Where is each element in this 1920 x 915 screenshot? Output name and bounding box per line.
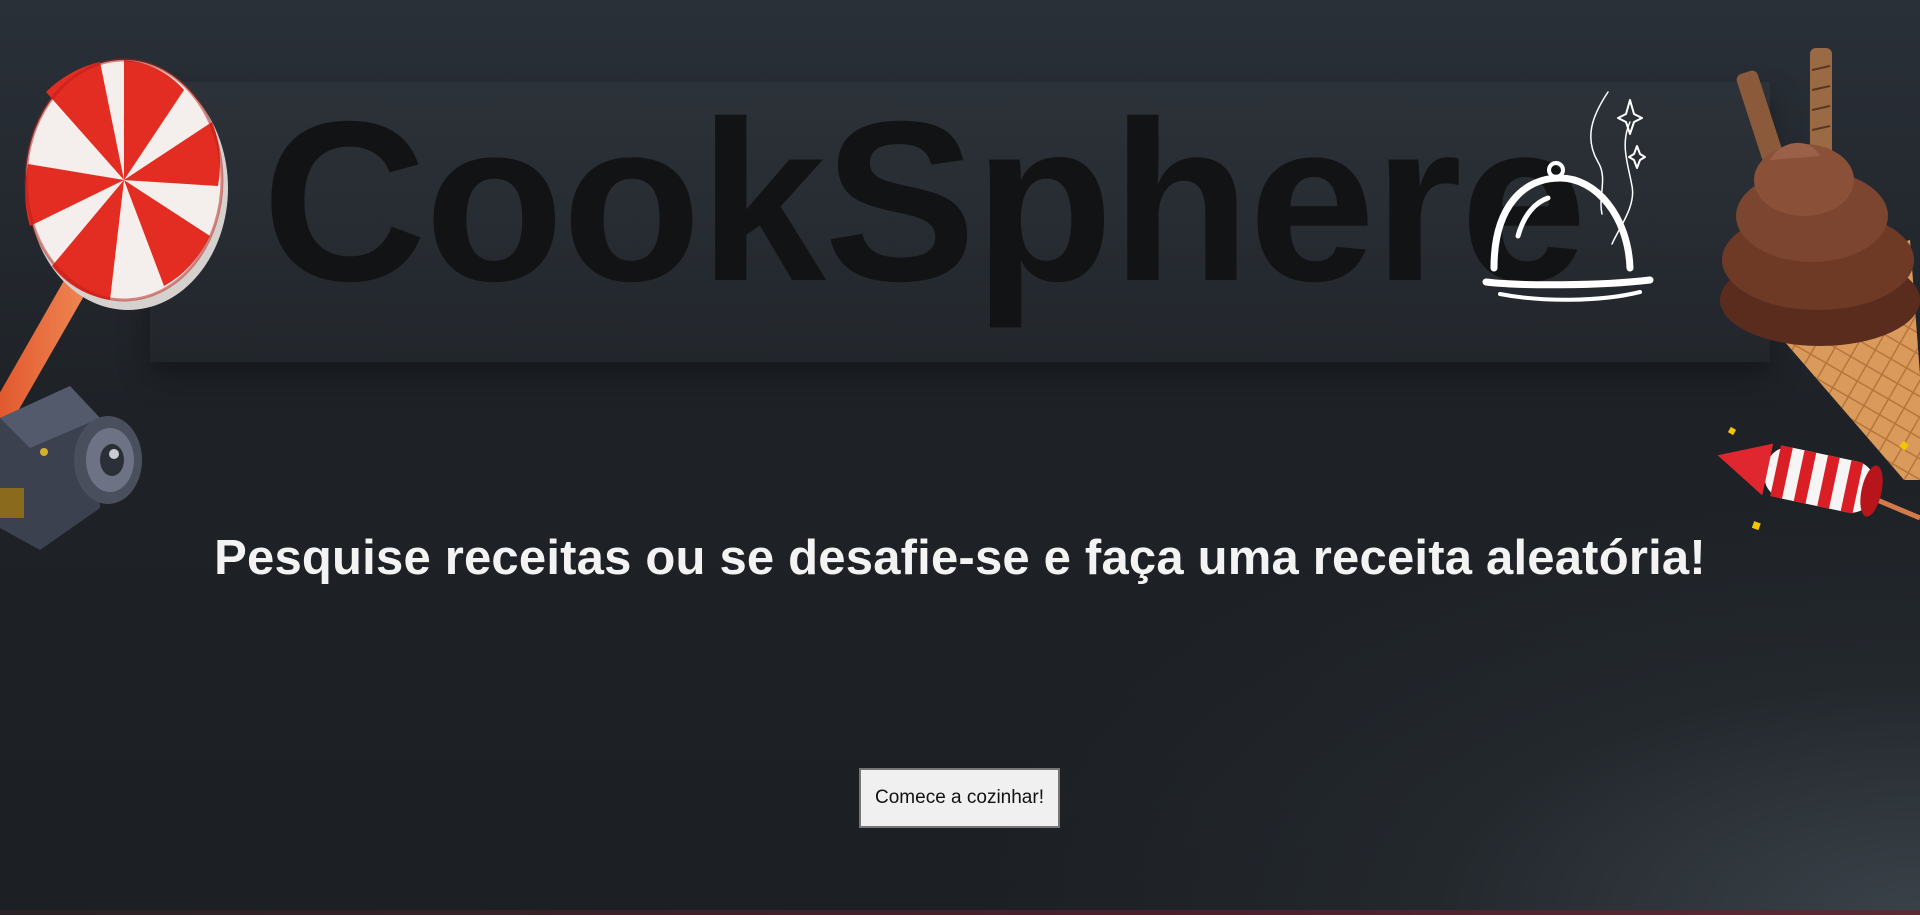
start-cooking-button[interactable]: Comece a cozinhar! [859,768,1060,828]
firework-rocket-icon [1717,426,1920,531]
landing-page: CookSphere Pesquise receitas ou se desaf… [0,0,1920,915]
ice-cream-cone-icon [1720,48,1920,480]
tagline: Pesquise receitas ou se desafie-se e faç… [214,531,1706,585]
bottom-edge-strip [0,910,1920,915]
cloche-icon [1482,91,1654,302]
speaker-icon [0,386,142,550]
lollipop-icon [0,58,228,420]
brand-title: CookSphere [262,75,1587,329]
